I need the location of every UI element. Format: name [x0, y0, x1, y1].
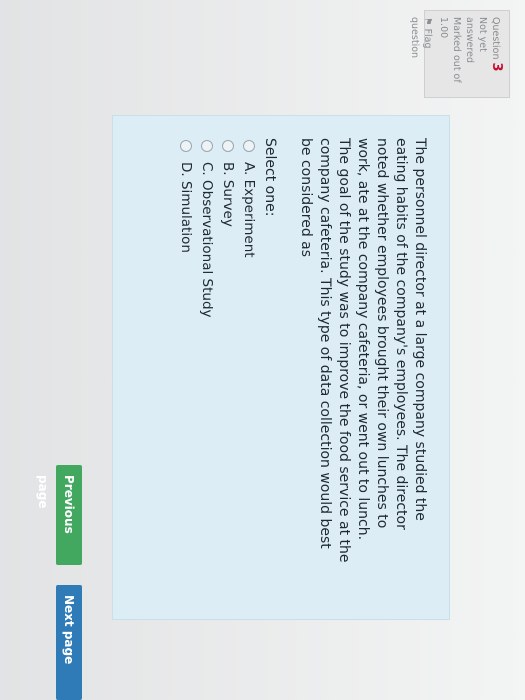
next-page-button[interactable]: Next page	[56, 585, 82, 700]
answer-option-label: C. Observational Study	[199, 162, 215, 318]
answer-status: Not yet answered	[464, 17, 488, 63]
answer-option-c[interactable]: C. Observational Study	[199, 138, 215, 597]
flag-question-link[interactable]: ⚑ Flag question	[408, 17, 434, 91]
previous-page-button[interactable]: Previous page	[36, 465, 82, 565]
quiz-page: Question 3 Not yet answered Marked out o…	[0, 0, 525, 700]
answer-option-label: B. Survey	[220, 162, 236, 227]
marked-out-of: Marked out of 1.00	[438, 17, 462, 83]
answer-option-label: D. Simulation	[178, 162, 194, 253]
select-one-prompt: Select one:	[262, 138, 278, 217]
radio-button[interactable]	[222, 140, 234, 152]
question-number-line: Question 3	[489, 17, 504, 91]
answer-option-label: A. Experiment	[241, 162, 257, 258]
question-label: Question	[490, 17, 501, 60]
question-box: The personnel director at a large compan…	[112, 115, 450, 620]
radio-button[interactable]	[243, 140, 255, 152]
question-number: 3	[489, 62, 504, 72]
question-info-panel: Question 3 Not yet answered Marked out o…	[409, 10, 510, 98]
answer-option-b[interactable]: B. Survey	[220, 138, 236, 597]
answer-option-a[interactable]: A. Experiment	[241, 138, 257, 597]
answer-option-d[interactable]: D. Simulation	[178, 138, 194, 597]
flag-icon: ⚑	[422, 17, 433, 26]
radio-button[interactable]	[201, 140, 213, 152]
question-text: The personnel director at a large compan…	[298, 138, 428, 563]
radio-button[interactable]	[180, 140, 192, 152]
